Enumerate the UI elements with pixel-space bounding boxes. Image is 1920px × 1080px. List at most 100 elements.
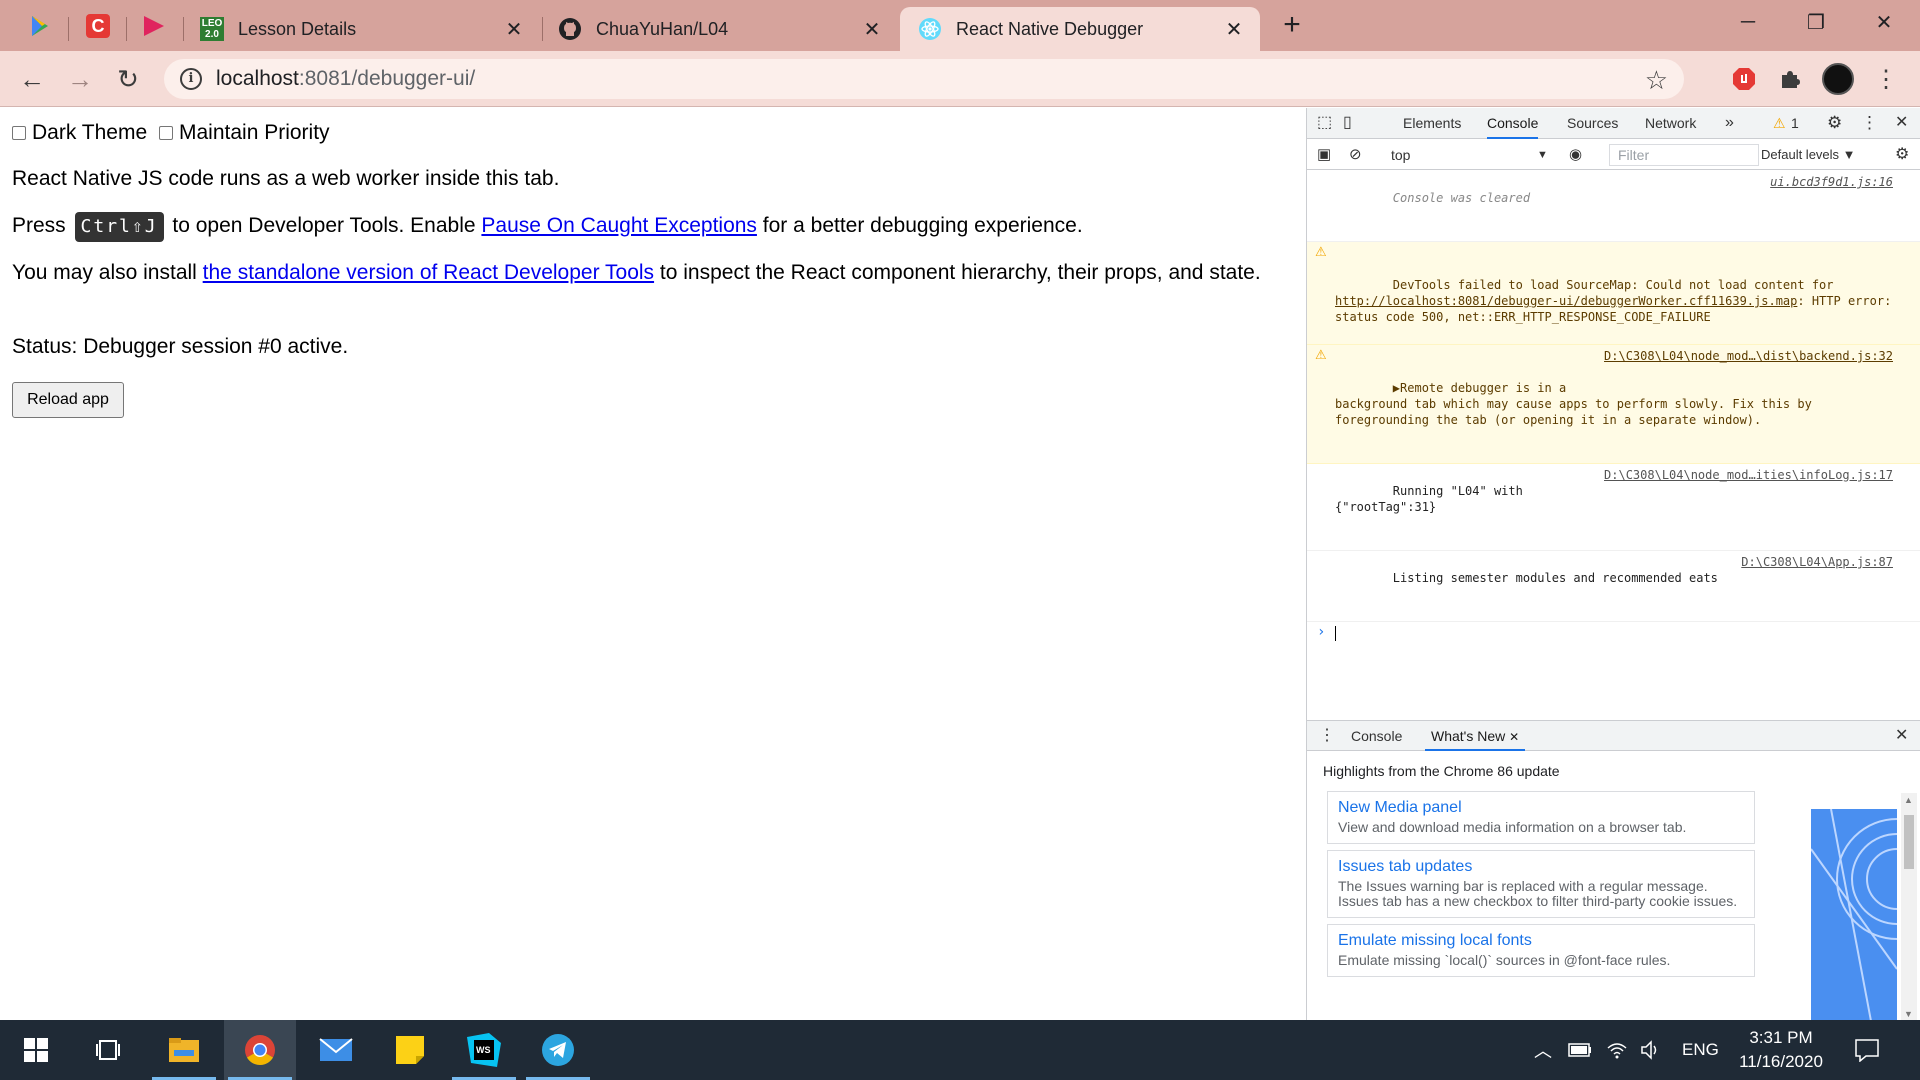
url-text[interactable]: localhost:8081/debugger-ui/: [216, 67, 475, 91]
message-source-link[interactable]: ui.bcd3f9d1.js:16: [1770, 174, 1893, 190]
intro-text: React Native JS code runs as a web worke…: [12, 167, 560, 190]
pinned-tab-google-play[interactable]: [18, 7, 62, 45]
console-settings-icon[interactable]: ⚙: [1895, 140, 1909, 170]
github-icon: [559, 18, 581, 40]
start-button[interactable]: [0, 1020, 72, 1080]
live-expression-eye-icon[interactable]: ◉: [1569, 140, 1582, 170]
reload-app-button[interactable]: Reload app: [12, 382, 124, 418]
profile-avatar[interactable]: [1820, 61, 1856, 97]
log-levels-dropdown[interactable]: Default levels ▼: [1761, 140, 1856, 170]
sidebar-toggle-icon[interactable]: ▣: [1317, 140, 1331, 170]
warning-icon[interactable]: ⚠: [1773, 108, 1786, 139]
maintain-priority-label[interactable]: Maintain Priority: [179, 121, 330, 144]
reload-page-button[interactable]: ↻: [108, 59, 148, 99]
tab-console[interactable]: Console: [1487, 108, 1539, 139]
message-source-link[interactable]: D:\C308\L04\App.js:87: [1741, 554, 1893, 570]
pinned-tab-c[interactable]: C: [76, 7, 120, 45]
maintain-priority-checkbox[interactable]: [159, 126, 173, 141]
warnings-count[interactable]: 1: [1791, 108, 1799, 139]
inspect-element-icon[interactable]: ⬚: [1317, 108, 1332, 139]
task-view-button[interactable]: [72, 1020, 144, 1080]
bookmark-star-icon[interactable]: ☆: [1645, 65, 1668, 96]
scroll-up-icon[interactable]: ▲: [1904, 795, 1913, 805]
pause-exceptions-link[interactable]: Pause On Caught Exceptions: [481, 214, 757, 237]
taskbar-mail[interactable]: [300, 1020, 372, 1080]
action-center-button[interactable]: [1854, 1020, 1880, 1080]
scroll-down-icon[interactable]: ▼: [1904, 1009, 1913, 1019]
taskbar-clock[interactable]: 3:31 PM 11/16/2020: [1726, 1026, 1836, 1074]
tab-react-native-debugger[interactable]: React Native Debugger ✕: [900, 7, 1260, 51]
tab-elements[interactable]: Elements: [1403, 108, 1461, 139]
battery-status[interactable]: [1568, 1020, 1592, 1080]
drawer-tab-whats-new[interactable]: What's New ✕: [1425, 721, 1526, 751]
sourcemap-link[interactable]: http://localhost:8081/debugger-ui/debugg…: [1335, 294, 1797, 308]
dark-theme-checkbox[interactable]: [12, 126, 26, 141]
back-button[interactable]: ←: [12, 59, 52, 99]
console-warning[interactable]: ⚠ DevTools failed to load SourceMap: Cou…: [1307, 242, 1920, 345]
restore-button[interactable]: ❐: [1784, 0, 1848, 44]
file-explorer-icon: [169, 1038, 199, 1062]
minimize-button[interactable]: ─: [1716, 0, 1780, 44]
more-tabs-button[interactable]: »: [1725, 108, 1734, 139]
drawer-scrollbar[interactable]: ▲ ▼: [1901, 793, 1917, 1021]
close-tab-icon[interactable]: ✕: [1222, 17, 1246, 42]
scrollbar-thumb[interactable]: [1904, 815, 1914, 869]
close-tab-icon[interactable]: ✕: [860, 17, 884, 42]
taskbar-telegram[interactable]: [522, 1020, 594, 1080]
device-toolbar-icon[interactable]: ▯: [1343, 108, 1352, 139]
console-message[interactable]: Running "L04" with {"rootTag":31} D:\C30…: [1307, 464, 1920, 551]
console-prompt[interactable]: ›: [1307, 622, 1920, 644]
close-drawer-icon[interactable]: ✕: [1895, 721, 1908, 751]
close-tab-icon[interactable]: ✕: [502, 17, 526, 42]
chrome-menu-button[interactable]: ⋮: [1868, 61, 1904, 97]
message-source-link[interactable]: D:\C308\L04\node_mod…\dist\backend.js:32: [1604, 348, 1893, 364]
console-filter-input[interactable]: Filter: [1609, 144, 1759, 166]
feature-card[interactable]: New Media panel View and download media …: [1327, 791, 1755, 844]
pinned-tab-music[interactable]: [132, 7, 176, 45]
feature-title[interactable]: Emulate missing local fonts: [1338, 931, 1744, 951]
console-warning[interactable]: ⚠ ▶Remote debugger is in a background ta…: [1307, 345, 1920, 464]
feature-card[interactable]: Emulate missing local fonts Emulate miss…: [1327, 924, 1755, 977]
feature-title[interactable]: Issues tab updates: [1338, 857, 1744, 877]
site-info-icon[interactable]: i: [180, 68, 202, 90]
close-devtools-icon[interactable]: ✕: [1895, 108, 1908, 139]
tab-network[interactable]: Network: [1645, 108, 1696, 139]
taskbar-sticky-notes[interactable]: [374, 1020, 446, 1080]
tab-title: ChuaYuHan/L04: [596, 18, 729, 39]
console-message[interactable]: Console was cleared ui.bcd3f9d1.js:16: [1307, 171, 1920, 242]
standalone-devtools-link[interactable]: the standalone version of React Develope…: [203, 261, 654, 284]
close-window-button[interactable]: ✕: [1852, 0, 1916, 44]
devtools-menu-icon[interactable]: ⋮: [1861, 108, 1878, 139]
forward-button[interactable]: →: [60, 59, 100, 99]
telegram-icon: [542, 1034, 574, 1066]
taskbar-webstorm[interactable]: WS: [448, 1020, 520, 1080]
volume-control[interactable]: [1640, 1020, 1662, 1080]
adblock-extension-button[interactable]: [1726, 61, 1762, 97]
show-hidden-icons[interactable]: ︿: [1534, 1020, 1552, 1080]
input-language[interactable]: ENG: [1682, 1020, 1719, 1080]
dark-theme-label[interactable]: Dark Theme: [32, 121, 147, 144]
context-dropdown-icon[interactable]: ▼: [1537, 140, 1548, 170]
feature-title[interactable]: New Media panel: [1338, 798, 1744, 818]
drawer-tab-console[interactable]: Console: [1351, 721, 1402, 751]
tab-sources[interactable]: Sources: [1567, 108, 1618, 139]
taskbar-chrome[interactable]: [224, 1020, 296, 1080]
context-selector[interactable]: top: [1391, 140, 1410, 170]
network-status[interactable]: [1606, 1020, 1628, 1080]
url-host: localhost: [216, 67, 299, 90]
tab-lesson-details[interactable]: LEO 2.0 Lesson Details ✕: [190, 7, 540, 51]
feature-card[interactable]: Issues tab updates The Issues warning ba…: [1327, 850, 1755, 918]
drawer-menu-icon[interactable]: ⋮: [1319, 721, 1335, 751]
extensions-button[interactable]: [1772, 61, 1808, 97]
tab-github[interactable]: ChuaYuHan/L04 ✕: [548, 7, 898, 51]
close-tab-icon[interactable]: ✕: [1509, 730, 1519, 744]
feature-description: View and download media information on a…: [1338, 819, 1687, 835]
puzzle-icon: [1782, 71, 1800, 88]
new-tab-button[interactable]: +: [1276, 10, 1308, 42]
message-source-link[interactable]: D:\C308\L04\node_mod…ities\infoLog.js:17: [1604, 467, 1893, 483]
settings-gear-icon[interactable]: ⚙: [1827, 108, 1842, 139]
taskbar-file-explorer[interactable]: [148, 1020, 220, 1080]
console-message[interactable]: Listing semester modules and recommended…: [1307, 551, 1920, 622]
clear-console-icon[interactable]: ⊘: [1349, 140, 1362, 170]
address-bar[interactable]: i localhost:8081/debugger-ui/ ☆: [164, 59, 1684, 99]
